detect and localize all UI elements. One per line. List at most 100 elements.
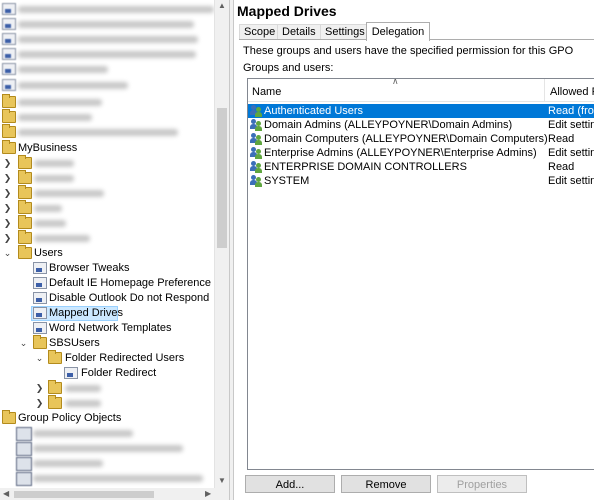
tree-item-blurred[interactable] (0, 62, 214, 77)
column-header-name[interactable]: Name (252, 79, 281, 101)
properties-button[interactable]: Properties (437, 475, 527, 493)
tree-item-blurred[interactable] (0, 124, 214, 140)
tree-item-blurred[interactable]: ❯ (0, 170, 214, 186)
gpo-icon (2, 33, 16, 45)
tab-delegation[interactable]: Delegation (366, 22, 430, 41)
principal-name: ENTERPRISE DOMAIN CONTROLLERS (264, 161, 467, 173)
tree-item-sbsusers[interactable]: ⌄ SBSUsers (0, 335, 214, 351)
tree-item-label: SBSUsers (49, 337, 100, 349)
expand-arrow-icon[interactable]: ❯ (35, 381, 44, 396)
folder-icon (18, 155, 32, 169)
tree-horizontal-scrollbar[interactable]: ◀ ▶ (0, 488, 229, 500)
tree-item-default-ie[interactable]: Default IE Homepage Preference (0, 276, 214, 291)
tree-item-label: Mapped Drives (49, 307, 123, 319)
tree-item-mybusiness[interactable]: MyBusiness (0, 140, 214, 156)
allowed-permission: Read (from (548, 105, 594, 117)
tree-item-blurred[interactable] (0, 109, 214, 125)
list-item[interactable]: ENTERPRISE DOMAIN CONTROLLERS Read (248, 160, 594, 174)
expand-arrow-icon[interactable]: ❯ (35, 396, 44, 411)
gpo-icon (16, 427, 32, 441)
tree-item-browser-tweaks[interactable]: Browser Tweaks (0, 261, 214, 276)
expand-arrow-icon[interactable]: ❯ (3, 201, 12, 216)
tree-item-folder-redirected-users[interactable]: ⌄ Folder Redirected Users (0, 350, 214, 366)
scroll-up-icon[interactable]: ▲ (218, 1, 226, 10)
tree-item-label: Folder Redirect (81, 367, 157, 379)
tree-item-blurred[interactable]: ❯ (0, 155, 214, 171)
tree-item-blurred[interactable] (0, 32, 214, 47)
tree-item-folder-redirect[interactable]: Folder Redirect (0, 366, 214, 381)
gpo-icon (2, 79, 16, 91)
tree-item-blurred[interactable] (0, 426, 214, 441)
list-item[interactable]: Enterprise Admins (ALLEYPOYNER\Enterpris… (248, 146, 594, 160)
collapse-arrow-icon[interactable]: ⌄ (3, 246, 12, 261)
tree-item-blurred[interactable]: ❯ (0, 200, 214, 216)
scrollbar-thumb[interactable] (217, 108, 227, 248)
tree-item-blurred[interactable] (0, 94, 214, 110)
scrollbar-thumb[interactable] (14, 491, 154, 498)
tree-item-disable-outlook[interactable]: Disable Outlook Do not Respond (0, 291, 214, 306)
remove-button[interactable]: Remove (341, 475, 431, 493)
user-group-icon (250, 133, 262, 145)
tree-item-label: Default IE Homepage Preference (49, 277, 212, 289)
tab-scope[interactable]: Scope (239, 24, 281, 40)
tree-item-blurred[interactable]: ❯ (0, 380, 214, 396)
list-item[interactable]: SYSTEM Edit setting (248, 174, 594, 188)
tree-item-blurred[interactable]: ❯ (0, 230, 214, 246)
tree-item-label: Disable Outlook Do not Respond (49, 292, 210, 304)
scroll-left-icon[interactable]: ◀ (3, 489, 9, 498)
tab-settings[interactable]: Settings (320, 24, 370, 40)
expand-arrow-icon[interactable]: ❯ (3, 231, 12, 246)
gpo-icon (2, 63, 16, 75)
tab-details[interactable]: Details (277, 24, 321, 40)
tree-item-blurred[interactable] (0, 78, 214, 93)
allowed-permission: Edit setting (548, 147, 594, 159)
tree-item-blurred[interactable]: ❯ (0, 215, 214, 231)
expand-arrow-icon[interactable]: ❯ (3, 156, 12, 171)
expand-arrow-icon[interactable]: ❯ (3, 216, 12, 231)
gpo-tree[interactable]: MyBusiness ❯ ❯ ❯ ❯ ❯ ❯ ⌄ Users Browser T… (0, 0, 229, 500)
tree-item-group-policy-objects[interactable]: Group Policy Objects (0, 410, 214, 426)
user-group-icon (250, 147, 262, 159)
tree-item-blurred[interactable]: ❯ (0, 185, 214, 201)
principal-name: Domain Computers (ALLEYPOYNER\Domain Com… (264, 133, 548, 145)
folder-icon (2, 94, 16, 108)
column-header-allowed-permissions[interactable]: Allowed Pe (550, 79, 594, 101)
list-item[interactable]: Domain Computers (ALLEYPOYNER\Domain Com… (248, 132, 594, 146)
tree-item-label: Users (34, 247, 63, 259)
tree-item-word-network[interactable]: Word Network Templates (0, 321, 214, 336)
tree-item-blurred[interactable] (0, 441, 214, 456)
tree-item-blurred[interactable] (0, 17, 214, 32)
tree-item-mapped-drives[interactable]: Mapped Drives (0, 306, 214, 321)
tree-item-blurred[interactable] (0, 2, 214, 17)
allowed-permission: Edit setting (548, 119, 594, 131)
folder-icon (18, 230, 32, 244)
folder-icon (2, 124, 16, 138)
folder-icon (2, 109, 16, 123)
page-title: Mapped Drives (237, 3, 337, 19)
collapse-arrow-icon[interactable]: ⌄ (35, 351, 44, 366)
user-group-icon (250, 105, 262, 117)
scroll-down-icon[interactable]: ▼ (218, 476, 226, 485)
gpo-link-icon (33, 307, 47, 319)
allowed-permission: Read (548, 133, 575, 145)
add-button[interactable]: Add... (245, 475, 335, 493)
list-item[interactable]: Domain Admins (ALLEYPOYNER\Domain Admins… (248, 118, 594, 132)
collapse-arrow-icon[interactable]: ⌄ (19, 336, 28, 351)
scroll-right-icon[interactable]: ▶ (205, 489, 211, 498)
expand-arrow-icon[interactable]: ❯ (3, 186, 12, 201)
tree-vertical-scrollbar[interactable]: ▲ ▼ (214, 0, 229, 488)
groups-and-users-label: Groups and users: (243, 62, 334, 74)
folder-icon (18, 170, 32, 184)
permissions-list[interactable]: ∧ Name Allowed Pe Authenticated Users Re… (247, 78, 594, 470)
column-separator[interactable] (544, 79, 545, 101)
gpo-icon (2, 48, 16, 60)
tree-item-users[interactable]: ⌄ Users (0, 245, 214, 261)
expand-arrow-icon[interactable]: ❯ (3, 171, 12, 186)
tree-item-blurred[interactable] (0, 456, 214, 471)
tree-item-blurred[interactable] (0, 47, 214, 62)
tree-item-blurred[interactable] (0, 471, 214, 486)
tree-item-blurred[interactable]: ❯ (0, 395, 214, 411)
tree-item-label: Folder Redirected Users (65, 352, 185, 364)
folder-icon (18, 185, 32, 199)
list-item[interactable]: Authenticated Users Read (from (248, 104, 594, 118)
